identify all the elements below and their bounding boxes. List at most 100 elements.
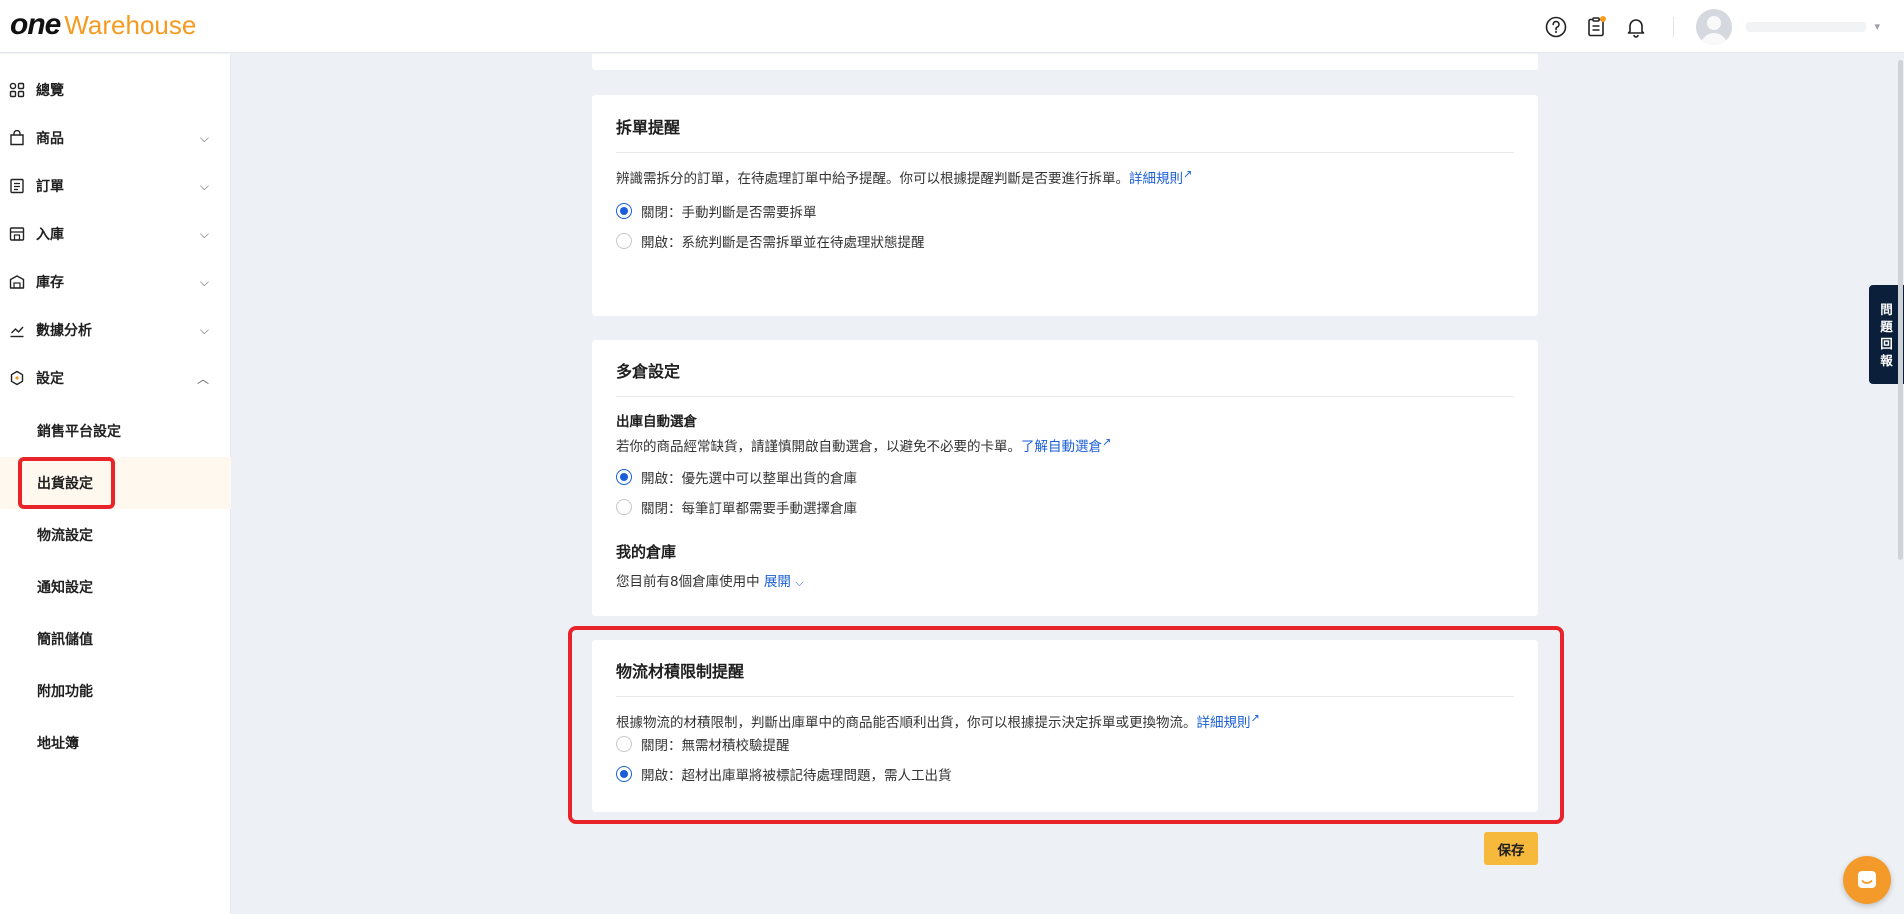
clipboard-icon[interactable] [1583, 14, 1609, 40]
card-description: 根據物流的材積限制，判斷出庫單中的商品能否順利出貨，你可以根據提示決定拆單或更換… [616, 711, 1260, 732]
volume-limit-card: 物流材積限制提醒 根據物流的材積限制，判斷出庫單中的商品能否順利出貨，你可以根據… [592, 640, 1538, 812]
sidebar-sub-shipping-settings[interactable]: 出貨設定 [0, 457, 231, 509]
card-divider [616, 396, 1514, 397]
card-description: 辨識需拆分的訂單，在待處理訂單中給予提醒。你可以根據提醒判斷是否要進行拆單。詳細… [616, 167, 1193, 188]
sidebar-sub-label: 銷售平台設定 [37, 424, 121, 440]
card-title: 物流材積限制提醒 [616, 662, 745, 681]
option-label: 關閉：每筆訂單都需要手動選擇倉庫 [641, 501, 857, 517]
sidebar-item-settings[interactable]: 設定 ︿ [0, 356, 231, 400]
option-label: 開啟：優先選中可以整單出貨的倉庫 [641, 471, 857, 487]
chevron-down-icon: ⌵ [199, 130, 209, 145]
sidebar-item-label: 數據分析 [36, 323, 92, 339]
radio-button-selected[interactable] [616, 469, 632, 485]
logo-one: one [10, 8, 61, 41]
description-text: 辨識需拆分的訂單，在待處理訂單中給予提醒。你可以根據提醒判斷是否要進行拆單。 [616, 171, 1129, 187]
radio-button-selected[interactable] [616, 203, 632, 219]
card-divider [616, 152, 1514, 153]
multi-warehouse-card: 多倉設定 出庫自動選倉 若你的商品經常缺貨，請謹慎開啟自動選倉，以避免不必要的卡… [592, 340, 1538, 616]
card-title: 多倉設定 [616, 362, 681, 381]
external-link-icon: ↗ [1102, 435, 1112, 449]
chevron-down-icon: ⌵ [199, 178, 209, 193]
auto-select-heading: 出庫自動選倉 [616, 414, 697, 430]
radio-button[interactable] [616, 233, 632, 249]
sidebar-sub-label: 通知設定 [37, 580, 93, 596]
option-label: 開啟：系統判斷是否需拆單並在待處理狀態提醒 [641, 235, 925, 251]
top-header: one Warehouse ▾ [0, 0, 1904, 53]
header-divider [1673, 16, 1675, 37]
radio-button-selected[interactable] [616, 766, 632, 782]
feedback-char: 報 [1880, 352, 1893, 368]
split-option-off[interactable]: 關閉：手動判斷是否需要拆單 [616, 201, 817, 221]
chevron-down-icon: ⌵ [199, 274, 209, 289]
feedback-char: 回 [1880, 335, 1893, 351]
sidebar-sub-address-book[interactable]: 地址簿 [0, 717, 231, 769]
grid-icon [8, 81, 26, 99]
rules-link[interactable]: 詳細規則↗ [1129, 167, 1193, 188]
help-icon[interactable] [1543, 14, 1569, 40]
logo-warehouse: Warehouse [64, 10, 197, 40]
auto-select-option-off[interactable]: 關閉：每筆訂單都需要手動選擇倉庫 [616, 497, 857, 517]
description-text: 您目前有8個倉庫使用中 [616, 574, 760, 590]
split-order-card: 拆單提醒 辨識需拆分的訂單，在待處理訂單中給予提醒。你可以根據提醒判斷是否要進行… [592, 95, 1538, 316]
app-logo[interactable]: one Warehouse [10, 8, 196, 42]
sidebar-item-products[interactable]: 商品 ⌵ [0, 116, 231, 160]
rules-link[interactable]: 詳細規則↗ [1196, 712, 1260, 732]
auto-select-description: 若你的商品經常缺貨，請謹慎開啟自動選倉，以避免不必要的卡單。了解自動選倉↗ [616, 435, 1112, 456]
sidebar-item-analytics[interactable]: 數據分析 ⌵ [0, 308, 231, 352]
split-option-on[interactable]: 開啟：系統判斷是否需拆單並在待處理狀態提醒 [616, 231, 925, 251]
bag-icon [8, 129, 26, 147]
sidebar-sub-label: 附加功能 [37, 684, 93, 700]
sidebar: 總覽 商品 ⌵ 訂單 ⌵ 入庫 ⌵ 庫存 ⌵ 數據分析 ⌵ 設定 ︿ 銷售平台設… [0, 54, 231, 914]
auto-select-option-on[interactable]: 開啟：優先選中可以整單出貨的倉庫 [616, 467, 857, 487]
sidebar-item-label: 訂單 [36, 179, 64, 195]
expand-link[interactable]: 展開 ⌵ [764, 574, 804, 590]
sidebar-item-label: 商品 [36, 131, 64, 147]
order-list-icon [8, 177, 26, 195]
feedback-char: 問 [1880, 301, 1893, 317]
chat-icon[interactable] [1843, 856, 1891, 904]
external-link-icon: ↗ [1183, 167, 1193, 181]
radio-button[interactable] [616, 499, 632, 515]
chevron-down-icon: ⌵ [199, 322, 209, 337]
volume-option-on[interactable]: 開啟：超材出庫單將被標記待處理問題，需人工出貨 [616, 764, 952, 784]
description-text: 根據物流的材積限制，判斷出庫單中的商品能否順利出貨，你可以根據提示決定拆單或更換… [616, 715, 1197, 731]
bell-icon[interactable] [1623, 14, 1649, 40]
sidebar-item-inventory[interactable]: 庫存 ⌵ [0, 260, 231, 304]
chevron-down-icon[interactable]: ▾ [1874, 20, 1880, 33]
rules-link-text: 詳細規則 [1196, 715, 1251, 731]
description-text: 若你的商品經常缺貨，請謹慎開啟自動選倉，以避免不必要的卡單。 [616, 439, 1021, 455]
my-warehouse-description: 您目前有8個倉庫使用中 展開 ⌵ [616, 570, 804, 590]
sidebar-item-overview[interactable]: 總覽 [0, 68, 231, 112]
sidebar-item-label: 設定 [36, 371, 64, 387]
sidebar-sub-notifications[interactable]: 通知設定 [0, 561, 231, 613]
sidebar-item-label: 入庫 [36, 227, 64, 243]
sidebar-item-label: 庫存 [36, 275, 64, 291]
chevron-down-icon: ⌵ [199, 226, 209, 241]
previous-card-bottom [592, 54, 1538, 70]
sidebar-sub-addons[interactable]: 附加功能 [0, 665, 231, 717]
link-text: 了解自動選倉 [1021, 439, 1102, 455]
chart-icon [8, 321, 26, 339]
link-text: 展開 [763, 574, 791, 590]
card-title: 拆單提醒 [616, 118, 681, 137]
radio-button[interactable] [616, 736, 632, 752]
save-button[interactable]: 保存 [1484, 832, 1538, 865]
rules-link-text: 詳細規則 [1129, 171, 1183, 187]
option-label: 開啟：超材出庫單將被標記待處理問題，需人工出貨 [641, 768, 952, 784]
sidebar-sub-label: 出貨設定 [37, 476, 93, 492]
sidebar-sub-label: 物流設定 [37, 528, 93, 544]
sidebar-item-inbound[interactable]: 入庫 ⌵ [0, 212, 231, 256]
sidebar-item-orders[interactable]: 訂單 ⌵ [0, 164, 231, 208]
user-name-redacted[interactable] [1746, 21, 1867, 32]
volume-option-off[interactable]: 關閉：無需材積校驗提醒 [616, 734, 790, 754]
page-scrollbar[interactable] [1898, 60, 1903, 560]
sidebar-sub-sms-topup[interactable]: 簡訊儲值 [0, 613, 231, 665]
sidebar-sub-sales-platform[interactable]: 銷售平台設定 [0, 405, 231, 457]
chevron-down-icon: ⌵ [795, 576, 804, 589]
learn-auto-select-link[interactable]: 了解自動選倉↗ [1021, 435, 1112, 456]
sidebar-sub-label: 簡訊儲值 [37, 632, 93, 648]
user-avatar[interactable] [1696, 8, 1733, 45]
sidebar-sub-logistics[interactable]: 物流設定 [0, 509, 231, 561]
sidebar-sub-label: 地址簿 [37, 736, 79, 752]
sidebar-item-label: 總覽 [36, 83, 64, 99]
